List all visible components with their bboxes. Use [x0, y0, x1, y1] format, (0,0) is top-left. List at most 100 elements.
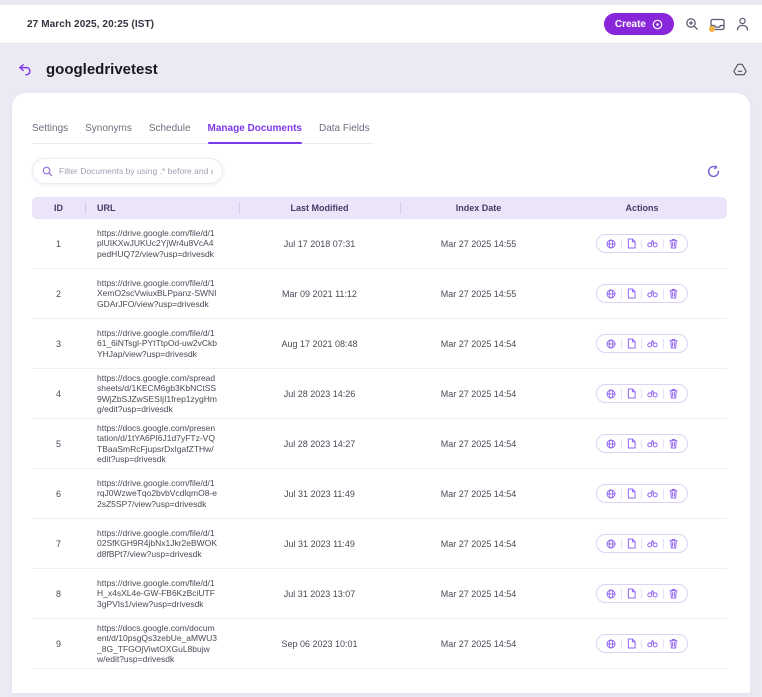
- cell-index-date: Mar 27 2025 14:54: [440, 488, 517, 499]
- table-toolbar: [32, 158, 727, 184]
- trash-icon[interactable]: [664, 338, 683, 349]
- cell-actions: [557, 434, 727, 453]
- tab-schedule[interactable]: Schedule: [149, 123, 191, 134]
- notification-dot: [709, 25, 715, 32]
- file-icon[interactable]: [622, 338, 641, 349]
- cell-url: https://drive.google.com/file/d/161_6iNT…: [85, 328, 239, 360]
- file-icon[interactable]: [622, 488, 641, 499]
- filter-input[interactable]: [59, 166, 213, 176]
- user-icon[interactable]: [736, 17, 749, 31]
- file-icon[interactable]: [622, 238, 641, 249]
- trash-icon[interactable]: [664, 438, 683, 449]
- file-icon[interactable]: [622, 588, 641, 599]
- cell-actions: [557, 334, 727, 353]
- cell-id: 9: [55, 638, 61, 649]
- document-url-link[interactable]: https://drive.google.com/file/d/1XemO2sc…: [97, 278, 217, 310]
- file-icon[interactable]: [622, 538, 641, 549]
- document-url-link[interactable]: https://docs.google.com/spreadsheets/d/1…: [97, 373, 217, 415]
- documents-table: ID URL Last Modified Index Date Actions …: [32, 197, 727, 669]
- cell-actions: [557, 634, 727, 653]
- binoculars-icon[interactable]: [642, 639, 663, 648]
- cell-url: https://docs.google.com/presentation/d/1…: [85, 423, 239, 465]
- trash-icon[interactable]: [664, 488, 683, 499]
- table-row: 8 https://drive.google.com/file/d/1H_x4s…: [32, 569, 727, 619]
- refresh-icon[interactable]: [707, 164, 720, 178]
- globe-icon[interactable]: [601, 539, 621, 549]
- cell-id: 6: [55, 488, 61, 499]
- cell-actions: [557, 584, 727, 603]
- cell-url: https://drive.google.com/file/d/1H_x4sXL…: [85, 578, 239, 610]
- create-button[interactable]: Create: [603, 13, 674, 35]
- cell-index-date: Mar 27 2025 14:54: [440, 538, 517, 549]
- binoculars-icon[interactable]: [642, 339, 663, 348]
- cell-url: https://drive.google.com/file/d/1XemO2sc…: [85, 278, 239, 310]
- binoculars-icon[interactable]: [642, 239, 663, 248]
- trash-icon[interactable]: [664, 638, 683, 649]
- trash-icon[interactable]: [664, 238, 683, 249]
- cell-id: 8: [55, 588, 61, 599]
- column-header-id: ID: [54, 203, 63, 213]
- globe-icon[interactable]: [601, 439, 621, 449]
- cell-actions: [557, 484, 727, 503]
- trash-icon[interactable]: [664, 538, 683, 549]
- cell-id: 5: [55, 438, 61, 449]
- binoculars-icon[interactable]: [642, 289, 663, 298]
- binoculars-icon[interactable]: [642, 489, 663, 498]
- cell-last-modified: Jul 28 2023 14:27: [283, 438, 356, 449]
- document-url-link[interactable]: https://drive.google.com/file/d/102SfKGH…: [97, 528, 217, 560]
- globe-icon[interactable]: [601, 639, 621, 649]
- binoculars-icon[interactable]: [642, 539, 663, 548]
- file-icon[interactable]: [622, 438, 641, 449]
- cell-url: https://drive.google.com/file/d/1plUIKXw…: [85, 228, 239, 260]
- cell-url: https://docs.google.com/spreadsheets/d/1…: [85, 373, 239, 415]
- file-icon[interactable]: [622, 388, 641, 399]
- cell-last-modified: Jul 31 2023 13:07: [283, 588, 356, 599]
- trash-icon[interactable]: [664, 588, 683, 599]
- actions-group: [596, 434, 688, 453]
- file-icon[interactable]: [622, 638, 641, 649]
- cell-index-date: Mar 27 2025 14:55: [440, 288, 517, 299]
- column-header-index-date: Index Date: [400, 202, 557, 214]
- trash-icon[interactable]: [664, 388, 683, 399]
- search-icon[interactable]: [685, 17, 699, 31]
- globe-icon[interactable]: [601, 589, 621, 599]
- binoculars-icon[interactable]: [642, 439, 663, 448]
- cell-url: https://docs.google.com/document/d/10psg…: [85, 623, 239, 665]
- globe-icon[interactable]: [601, 389, 621, 399]
- binoculars-icon[interactable]: [642, 589, 663, 598]
- cell-last-modified: Jul 17 2018 07:31: [283, 238, 356, 249]
- file-icon[interactable]: [622, 288, 641, 299]
- document-url-link[interactable]: https://docs.google.com/presentation/d/1…: [97, 423, 217, 465]
- table-row: 9 https://docs.google.com/document/d/10p…: [32, 619, 727, 669]
- globe-icon[interactable]: [601, 239, 621, 249]
- table-row: 3 https://drive.google.com/file/d/161_6i…: [32, 319, 727, 369]
- table-row: 6 https://drive.google.com/file/d/1rqJ0W…: [32, 469, 727, 519]
- globe-icon[interactable]: [601, 489, 621, 499]
- inbox-icon[interactable]: [709, 18, 725, 32]
- cell-id: 2: [55, 288, 61, 299]
- document-url-link[interactable]: https://drive.google.com/file/d/1plUIKXw…: [97, 228, 217, 260]
- actions-group: [596, 484, 688, 503]
- topbar-actions: Create: [603, 13, 749, 35]
- document-url-link[interactable]: https://drive.google.com/file/d/1H_x4sXL…: [97, 578, 217, 610]
- tab-data-fields[interactable]: Data Fields: [319, 123, 370, 134]
- tab-settings[interactable]: Settings: [32, 123, 68, 134]
- cell-id: 3: [55, 338, 61, 349]
- tab-manage-documents[interactable]: Manage Documents: [207, 123, 303, 144]
- globe-icon[interactable]: [601, 289, 621, 299]
- binoculars-icon[interactable]: [642, 389, 663, 398]
- filter-input-wrapper: [32, 158, 223, 184]
- content-card: Settings Synonyms Schedule Manage Docume…: [12, 93, 750, 693]
- actions-group: [596, 634, 688, 653]
- globe-icon[interactable]: [601, 339, 621, 349]
- actions-group: [596, 534, 688, 553]
- document-url-link[interactable]: https://drive.google.com/file/d/161_6iNT…: [97, 328, 217, 360]
- search-icon: [42, 166, 53, 177]
- cell-index-date: Mar 27 2025 14:54: [440, 638, 517, 649]
- tab-synonyms[interactable]: Synonyms: [85, 123, 132, 134]
- document-url-link[interactable]: https://drive.google.com/file/d/1rqJ0Wzw…: [97, 478, 217, 510]
- back-icon[interactable]: [18, 63, 33, 76]
- trash-icon[interactable]: [664, 288, 683, 299]
- cell-actions: [557, 234, 727, 253]
- document-url-link[interactable]: https://docs.google.com/document/d/10psg…: [97, 623, 217, 665]
